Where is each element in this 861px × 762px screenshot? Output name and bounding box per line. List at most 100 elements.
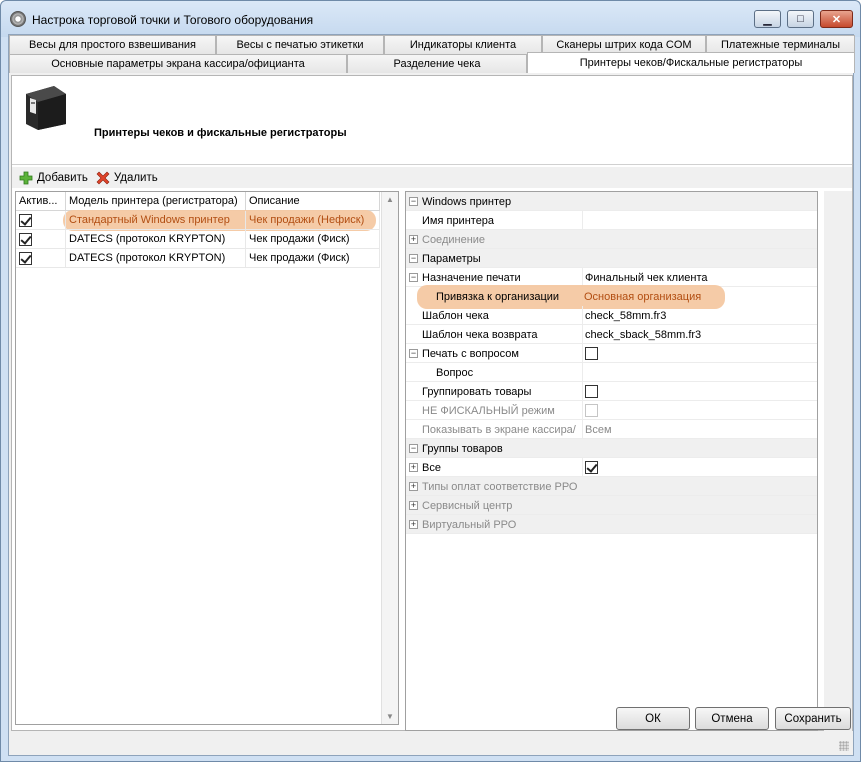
column-header-description[interactable]: Описание [246,192,380,211]
window-title: Настрока торговой точки и Тогового обору… [32,13,314,27]
active-checkbox[interactable] [19,251,32,265]
tab-simple-scales[interactable]: Весы для простого взвешивания [9,35,216,54]
cancel-button[interactable]: Отмена [695,707,769,730]
group-goods-checkbox[interactable] [585,385,598,398]
active-cell [16,230,66,249]
main-window: Настрока торговой точки и Тогового обору… [0,0,861,762]
all-groups-value [582,458,817,477]
category-label: Виртуальный РРО [422,518,517,531]
tab-customer-displays[interactable]: Индикаторы клиента [384,35,542,54]
property-label: Все [422,461,441,474]
collapse-icon[interactable]: − [409,197,418,206]
property-label: Группировать товары [422,385,532,398]
column-header-active[interactable]: Актив... [16,192,66,211]
table-row[interactable]: Стандартный Windows принтер Чек продажи … [16,211,380,230]
close-button[interactable]: ✕ [820,10,853,28]
collapse-icon[interactable]: − [409,254,418,263]
scroll-up-icon[interactable]: ▲ [386,195,394,204]
add-button[interactable]: Добавить [19,171,88,185]
property-receipt-template[interactable]: Шаблон чека check_58mm.fr3 [406,306,817,325]
tab-row-2: Основные параметры экрана кассира/официа… [9,52,855,73]
property-org-binding[interactable]: Привязка к организации Основная организа… [406,287,817,306]
property-printer-name[interactable]: Имя принтера [406,211,817,230]
print-with-question-value [582,344,817,363]
category-service-center[interactable]: + Сервисный центр [406,496,817,515]
add-label: Добавить [37,171,88,184]
scroll-down-icon[interactable]: ▼ [386,712,394,721]
category-connection[interactable]: + Соединение [406,230,817,249]
page-title: Принтеры чеков и фискальные регистраторы [94,127,347,139]
page-header: Принтеры чеков и фискальные регистраторы [12,76,852,165]
property-label: НЕ ФИСКАЛЬНЫЙ режим [422,404,555,417]
vertical-scrollbar[interactable]: ▲ ▼ [381,192,398,724]
category-params[interactable]: − Параметры [406,249,817,268]
printers-toolbar: Добавить Удалить [12,167,852,188]
show-on-cashier-value: Всем [582,420,817,439]
title-bar[interactable]: Настрока торговой точки и Тогового обору… [1,1,860,37]
printer-name-value[interactable] [582,211,817,230]
delete-label: Удалить [113,171,158,184]
expand-icon[interactable]: + [409,463,418,472]
tab-cashier-screen[interactable]: Основные параметры экрана кассира/официа… [9,54,347,73]
expand-icon[interactable]: + [409,482,418,491]
category-label: Соединение [422,233,486,246]
property-label: Имя принтера [422,214,495,227]
category-windows-printer[interactable]: − Windows принтер [406,192,817,211]
expand-icon[interactable]: + [409,520,418,529]
property-label: Привязка к организации [436,290,560,303]
resize-grip-icon[interactable] [839,741,849,751]
non-fiscal-checkbox [585,404,598,417]
plus-icon [19,171,33,184]
question-value[interactable] [582,363,817,382]
active-cell [16,211,66,230]
category-label: Windows принтер [422,195,512,208]
property-group-goods[interactable]: Группировать товары [406,382,817,401]
active-cell [16,249,66,268]
collapse-icon[interactable]: − [409,273,418,282]
column-header-model[interactable]: Модель принтера (регистратора) [66,192,246,211]
description-cell: Чек продажи (Фиск) [246,249,380,268]
non-fiscal-value [582,401,817,420]
table-row[interactable]: DATECS (протокол KRYPTON) Чек продажи (Ф… [16,249,380,268]
property-all-groups[interactable]: + Все [406,458,817,477]
active-checkbox[interactable] [19,213,32,227]
right-panel-margin [824,191,852,731]
active-checkbox[interactable] [19,232,32,246]
ok-button[interactable]: ОК [616,707,690,730]
collapse-icon[interactable]: − [409,349,418,358]
category-goods-groups[interactable]: − Группы товаров [406,439,817,458]
property-label: Печать с вопросом [422,347,519,360]
return-template-value[interactable]: check_sback_58mm.fr3 [582,325,817,344]
category-payment-types[interactable]: + Типы оплат соответствие РРО [406,477,817,496]
dialog-client-area: Весы для простого взвешивания Весы с печ… [8,34,855,756]
property-return-template[interactable]: Шаблон чека возврата check_sback_58mm.fr… [406,325,817,344]
collapse-icon[interactable]: − [409,444,418,453]
property-print-with-question[interactable]: − Печать с вопросом [406,344,817,363]
tab-label-scales[interactable]: Весы с печатью этикетки [216,35,384,54]
org-binding-value[interactable]: Основная организация [582,287,817,306]
property-label: Шаблон чека [422,309,489,322]
expand-icon[interactable]: + [409,235,418,244]
category-label: Параметры [422,252,481,265]
property-question[interactable]: Вопрос [406,363,817,382]
save-button[interactable]: Сохранить [775,707,851,730]
property-grid: − Windows принтер Имя принтера + Соедине… [405,191,818,731]
receipt-printer-icon [26,86,66,130]
property-label: Вопрос [436,366,474,379]
expand-icon[interactable]: + [409,501,418,510]
gear-app-icon [10,11,26,27]
minimize-button[interactable]: ▁ [754,10,781,28]
delete-button[interactable]: Удалить [96,171,158,185]
description-cell: Чек продажи (Фиск) [246,230,380,249]
property-non-fiscal[interactable]: НЕ ФИСКАЛЬНЫЙ режим [406,401,817,420]
all-groups-checkbox[interactable] [585,461,598,474]
receipt-template-value[interactable]: check_58mm.fr3 [582,306,817,325]
category-label: Сервисный центр [422,499,513,512]
category-virtual-rro[interactable]: + Виртуальный РРО [406,515,817,534]
table-row[interactable]: DATECS (протокол KRYPTON) Чек продажи (Ф… [16,230,380,249]
property-show-on-cashier[interactable]: Показывать в экране кассира/ Всем [406,420,817,439]
print-with-question-checkbox[interactable] [585,347,598,360]
tab-receipt-split[interactable]: Разделение чека [347,54,527,73]
maximize-button[interactable]: □ [787,10,814,28]
tab-receipt-printers[interactable]: Принтеры чеков/Фискальные регистраторы [527,52,855,73]
